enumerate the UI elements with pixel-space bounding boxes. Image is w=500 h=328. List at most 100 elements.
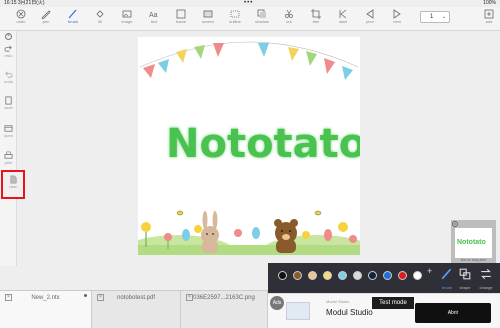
shadow-icon [257, 9, 266, 18]
ground [138, 245, 360, 255]
cut-tool-button[interactable]: cut [278, 8, 300, 30]
bee-1 [176, 210, 184, 216]
save-button[interactable]: save [0, 93, 17, 119]
page-thumbnail[interactable]: × Nototato Not so long-time [451, 220, 496, 263]
open-button[interactable]: open [0, 121, 17, 147]
pen-tool-button[interactable]: pen [35, 8, 57, 30]
skip-start-icon [339, 9, 347, 19]
ad-banner[interactable]: Ads Modul Studio Modul Studio Test mode … [268, 293, 500, 328]
tulip-2 [252, 227, 260, 239]
print-button[interactable]: print [0, 148, 17, 174]
flag-green-2 [306, 51, 317, 66]
ad-image [286, 302, 310, 320]
ads-badge: Ads [270, 296, 284, 310]
tab-file-1[interactable]: × New_2.ntx [0, 291, 92, 328]
undo-icon [5, 71, 13, 78]
rabbit-illustration [201, 211, 219, 253]
trim-tool-button[interactable]: trim [305, 8, 327, 30]
close-circle-icon [16, 9, 26, 19]
color-swatch[interactable] [383, 271, 392, 280]
close-icon[interactable]: × [452, 221, 458, 227]
color-swatch[interactable] [338, 271, 347, 280]
fill-tool-button[interactable]: fill [89, 8, 111, 30]
printer-icon [4, 151, 13, 159]
color-swatch[interactable] [293, 271, 302, 280]
canvas-title-text[interactable]: Nototato [166, 121, 360, 167]
color-swatch[interactable] [323, 271, 332, 280]
flag-green-1 [194, 45, 205, 59]
flower-5 [302, 231, 310, 239]
flower-4 [234, 229, 242, 237]
image-icon [122, 10, 132, 18]
tulip-3 [324, 229, 332, 241]
ad-advertiser: Modul Studio [326, 299, 350, 304]
thumbnail-page: Nototato [455, 228, 492, 258]
close-icon[interactable]: × [5, 33, 12, 40]
tab-file-1-label: New_2.ntx [31, 295, 60, 301]
end-page-button[interactable] [395, 8, 417, 30]
scissors-icon [285, 9, 293, 18]
redo-icon [4, 45, 12, 52]
flag-blue-2 [258, 43, 269, 57]
tulip-1 [182, 229, 190, 241]
more-dots-icon[interactable]: ••• [244, 0, 253, 7]
frame-icon [176, 9, 186, 19]
start-page-button[interactable]: start [332, 8, 354, 30]
new-file-button[interactable]: new [1, 170, 25, 199]
shadow-tool-button[interactable]: shadow [251, 8, 273, 30]
swap-icon [481, 268, 491, 280]
flower-1 [141, 222, 151, 232]
file-tabs: × New_2.ntx × notobotest.pdf × 036E2597.… [0, 290, 268, 328]
add-page-button[interactable]: add [478, 8, 500, 30]
new-file-icon [10, 175, 16, 184]
prev-icon [366, 9, 374, 19]
document-icon [5, 96, 12, 105]
screen-tool-button[interactable]: screen [197, 8, 219, 30]
shape-icon [459, 268, 471, 280]
tab-file-3[interactable]: × 036E2597...2163C.png [181, 291, 268, 328]
svg-text:Aa: Aa [149, 12, 158, 19]
color-swatch[interactable] [278, 271, 287, 280]
undo-tool-button[interactable]: undo [10, 8, 32, 30]
add-color-icon[interactable]: + [427, 266, 432, 276]
brush-icon [441, 268, 452, 280]
thumbnail-title: Nototato [457, 239, 486, 246]
tab-file-3-label: 036E2597...2163C.png [193, 295, 255, 301]
left-sidebar: × redo undo save open print [0, 31, 17, 266]
brush-icon [68, 9, 77, 19]
change-palette-button[interactable]: change [475, 267, 497, 291]
tab-file-2-label: notobotest.pdf [116, 295, 156, 301]
flower-6 [338, 222, 348, 232]
color-swatch[interactable] [413, 271, 422, 280]
flag-yellow-2 [288, 47, 299, 61]
text-tool-button[interactable]: Aa text [143, 8, 165, 30]
image-tool-button[interactable]: image [116, 8, 138, 30]
ad-open-button[interactable]: Abrir [415, 303, 491, 323]
ad-title: Modul Studio [326, 308, 373, 317]
color-swatch[interactable] [353, 271, 362, 280]
color-swatch[interactable] [308, 271, 317, 280]
bee-2 [314, 210, 322, 216]
page-select[interactable]: 1 ⌄ [420, 11, 450, 23]
color-swatch[interactable] [398, 271, 407, 280]
status-battery: 100% [483, 0, 496, 6]
sidebar-undo-button[interactable]: undo [0, 67, 17, 93]
page-select-value: 1 [430, 14, 434, 20]
flag-yellow-1 [176, 49, 187, 63]
add-icon [484, 9, 494, 19]
flag-red-2 [213, 43, 224, 57]
flag-blue-3 [342, 66, 353, 80]
test-mode-label: Test mode [372, 297, 414, 309]
unsaved-dot-icon [84, 294, 87, 297]
redo-button[interactable]: redo [0, 41, 17, 67]
drawing-canvas[interactable]: Nototato [138, 37, 360, 255]
brush-tool-button[interactable]: brush [62, 8, 84, 30]
outline-tool-button[interactable]: outline [224, 8, 246, 30]
flag-red-3 [324, 58, 335, 74]
frame-tool-button[interactable]: frame [170, 8, 192, 30]
prev-page-button[interactable]: prev [359, 8, 381, 30]
color-swatch[interactable] [368, 271, 377, 280]
shape-palette-button[interactable]: shape [454, 267, 476, 291]
flower-2 [164, 233, 172, 241]
tab-file-2[interactable]: × notobotest.pdf [92, 291, 181, 328]
